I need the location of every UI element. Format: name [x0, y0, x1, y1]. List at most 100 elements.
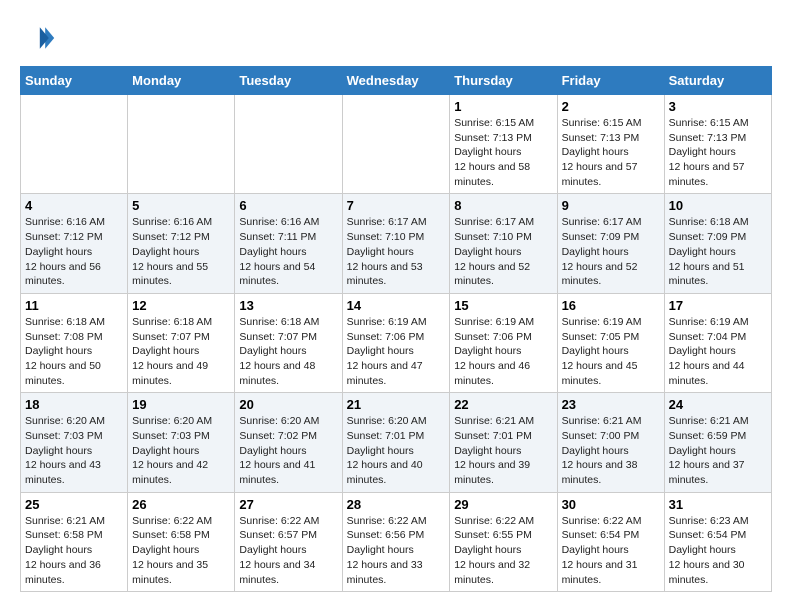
calendar-cell: 12 Sunrise: 6:18 AM Sunset: 7:07 PM Dayl…	[128, 293, 235, 392]
calendar-cell: 27 Sunrise: 6:22 AM Sunset: 6:57 PM Dayl…	[235, 492, 342, 591]
calendar-cell	[21, 95, 128, 194]
day-number: 12	[132, 298, 230, 313]
day-number: 24	[669, 397, 767, 412]
day-info: Sunrise: 6:19 AM Sunset: 7:04 PM Dayligh…	[669, 316, 749, 387]
day-info: Sunrise: 6:15 AM Sunset: 7:13 PM Dayligh…	[562, 117, 642, 188]
day-info: Sunrise: 6:20 AM Sunset: 7:03 PM Dayligh…	[132, 415, 212, 486]
day-info: Sunrise: 6:22 AM Sunset: 6:58 PM Dayligh…	[132, 515, 212, 586]
day-number: 4	[25, 198, 123, 213]
day-info: Sunrise: 6:23 AM Sunset: 6:54 PM Dayligh…	[669, 515, 749, 586]
calendar-cell: 20 Sunrise: 6:20 AM Sunset: 7:02 PM Dayl…	[235, 393, 342, 492]
calendar-cell: 5 Sunrise: 6:16 AM Sunset: 7:12 PM Dayli…	[128, 194, 235, 293]
day-info: Sunrise: 6:17 AM Sunset: 7:10 PM Dayligh…	[347, 216, 427, 287]
calendar-cell: 24 Sunrise: 6:21 AM Sunset: 6:59 PM Dayl…	[664, 393, 771, 492]
day-info: Sunrise: 6:17 AM Sunset: 7:10 PM Dayligh…	[454, 216, 534, 287]
calendar-day-header: Thursday	[450, 67, 557, 95]
logo	[20, 20, 62, 56]
day-info: Sunrise: 6:17 AM Sunset: 7:09 PM Dayligh…	[562, 216, 642, 287]
day-number: 1	[454, 99, 552, 114]
day-info: Sunrise: 6:15 AM Sunset: 7:13 PM Dayligh…	[669, 117, 749, 188]
calendar-day-header: Saturday	[664, 67, 771, 95]
calendar-cell: 3 Sunrise: 6:15 AM Sunset: 7:13 PM Dayli…	[664, 95, 771, 194]
calendar-day-header: Wednesday	[342, 67, 450, 95]
day-number: 7	[347, 198, 446, 213]
day-number: 13	[239, 298, 337, 313]
day-number: 22	[454, 397, 552, 412]
day-info: Sunrise: 6:20 AM Sunset: 7:01 PM Dayligh…	[347, 415, 427, 486]
day-info: Sunrise: 6:16 AM Sunset: 7:11 PM Dayligh…	[239, 216, 319, 287]
day-info: Sunrise: 6:22 AM Sunset: 6:56 PM Dayligh…	[347, 515, 427, 586]
calendar-week-row: 1 Sunrise: 6:15 AM Sunset: 7:13 PM Dayli…	[21, 95, 772, 194]
day-info: Sunrise: 6:19 AM Sunset: 7:06 PM Dayligh…	[454, 316, 534, 387]
day-number: 28	[347, 497, 446, 512]
calendar-cell: 7 Sunrise: 6:17 AM Sunset: 7:10 PM Dayli…	[342, 194, 450, 293]
day-info: Sunrise: 6:22 AM Sunset: 6:55 PM Dayligh…	[454, 515, 534, 586]
day-number: 23	[562, 397, 660, 412]
calendar-day-header: Friday	[557, 67, 664, 95]
calendar-cell: 28 Sunrise: 6:22 AM Sunset: 6:56 PM Dayl…	[342, 492, 450, 591]
calendar-body: 1 Sunrise: 6:15 AM Sunset: 7:13 PM Dayli…	[21, 95, 772, 592]
calendar-cell: 2 Sunrise: 6:15 AM Sunset: 7:13 PM Dayli…	[557, 95, 664, 194]
calendar-week-row: 4 Sunrise: 6:16 AM Sunset: 7:12 PM Dayli…	[21, 194, 772, 293]
calendar-day-header: Monday	[128, 67, 235, 95]
day-number: 6	[239, 198, 337, 213]
calendar-cell: 1 Sunrise: 6:15 AM Sunset: 7:13 PM Dayli…	[450, 95, 557, 194]
calendar-cell: 8 Sunrise: 6:17 AM Sunset: 7:10 PM Dayli…	[450, 194, 557, 293]
calendar-cell	[342, 95, 450, 194]
day-info: Sunrise: 6:21 AM Sunset: 6:59 PM Dayligh…	[669, 415, 749, 486]
day-info: Sunrise: 6:18 AM Sunset: 7:07 PM Dayligh…	[239, 316, 319, 387]
calendar-cell: 17 Sunrise: 6:19 AM Sunset: 7:04 PM Dayl…	[664, 293, 771, 392]
calendar-week-row: 25 Sunrise: 6:21 AM Sunset: 6:58 PM Dayl…	[21, 492, 772, 591]
calendar-cell: 26 Sunrise: 6:22 AM Sunset: 6:58 PM Dayl…	[128, 492, 235, 591]
calendar-cell: 23 Sunrise: 6:21 AM Sunset: 7:00 PM Dayl…	[557, 393, 664, 492]
day-number: 10	[669, 198, 767, 213]
calendar-cell: 10 Sunrise: 6:18 AM Sunset: 7:09 PM Dayl…	[664, 194, 771, 293]
day-info: Sunrise: 6:16 AM Sunset: 7:12 PM Dayligh…	[25, 216, 105, 287]
day-number: 8	[454, 198, 552, 213]
day-number: 17	[669, 298, 767, 313]
day-info: Sunrise: 6:21 AM Sunset: 6:58 PM Dayligh…	[25, 515, 105, 586]
day-info: Sunrise: 6:22 AM Sunset: 6:54 PM Dayligh…	[562, 515, 642, 586]
day-info: Sunrise: 6:21 AM Sunset: 7:01 PM Dayligh…	[454, 415, 534, 486]
day-info: Sunrise: 6:16 AM Sunset: 7:12 PM Dayligh…	[132, 216, 212, 287]
day-info: Sunrise: 6:18 AM Sunset: 7:09 PM Dayligh…	[669, 216, 749, 287]
calendar-cell	[235, 95, 342, 194]
day-number: 2	[562, 99, 660, 114]
day-number: 11	[25, 298, 123, 313]
calendar-cell: 6 Sunrise: 6:16 AM Sunset: 7:11 PM Dayli…	[235, 194, 342, 293]
calendar-cell: 4 Sunrise: 6:16 AM Sunset: 7:12 PM Dayli…	[21, 194, 128, 293]
day-number: 19	[132, 397, 230, 412]
calendar-table: SundayMondayTuesdayWednesdayThursdayFrid…	[20, 66, 772, 592]
calendar-cell: 25 Sunrise: 6:21 AM Sunset: 6:58 PM Dayl…	[21, 492, 128, 591]
day-number: 29	[454, 497, 552, 512]
day-number: 21	[347, 397, 446, 412]
day-number: 9	[562, 198, 660, 213]
calendar-cell: 13 Sunrise: 6:18 AM Sunset: 7:07 PM Dayl…	[235, 293, 342, 392]
day-info: Sunrise: 6:18 AM Sunset: 7:08 PM Dayligh…	[25, 316, 105, 387]
calendar-cell: 19 Sunrise: 6:20 AM Sunset: 7:03 PM Dayl…	[128, 393, 235, 492]
calendar-cell: 11 Sunrise: 6:18 AM Sunset: 7:08 PM Dayl…	[21, 293, 128, 392]
calendar-day-header: Sunday	[21, 67, 128, 95]
day-number: 26	[132, 497, 230, 512]
day-number: 3	[669, 99, 767, 114]
day-number: 15	[454, 298, 552, 313]
day-number: 16	[562, 298, 660, 313]
calendar-cell: 15 Sunrise: 6:19 AM Sunset: 7:06 PM Dayl…	[450, 293, 557, 392]
calendar-cell: 22 Sunrise: 6:21 AM Sunset: 7:01 PM Dayl…	[450, 393, 557, 492]
calendar-cell: 30 Sunrise: 6:22 AM Sunset: 6:54 PM Dayl…	[557, 492, 664, 591]
page-header	[20, 20, 772, 56]
calendar-cell: 16 Sunrise: 6:19 AM Sunset: 7:05 PM Dayl…	[557, 293, 664, 392]
calendar-header-row: SundayMondayTuesdayWednesdayThursdayFrid…	[21, 67, 772, 95]
day-info: Sunrise: 6:15 AM Sunset: 7:13 PM Dayligh…	[454, 117, 534, 188]
day-info: Sunrise: 6:21 AM Sunset: 7:00 PM Dayligh…	[562, 415, 642, 486]
day-number: 30	[562, 497, 660, 512]
calendar-cell: 14 Sunrise: 6:19 AM Sunset: 7:06 PM Dayl…	[342, 293, 450, 392]
day-info: Sunrise: 6:18 AM Sunset: 7:07 PM Dayligh…	[132, 316, 212, 387]
day-info: Sunrise: 6:20 AM Sunset: 7:03 PM Dayligh…	[25, 415, 105, 486]
logo-icon	[20, 20, 56, 56]
calendar-cell: 31 Sunrise: 6:23 AM Sunset: 6:54 PM Dayl…	[664, 492, 771, 591]
calendar-cell: 18 Sunrise: 6:20 AM Sunset: 7:03 PM Dayl…	[21, 393, 128, 492]
calendar-cell	[128, 95, 235, 194]
day-number: 5	[132, 198, 230, 213]
day-number: 25	[25, 497, 123, 512]
